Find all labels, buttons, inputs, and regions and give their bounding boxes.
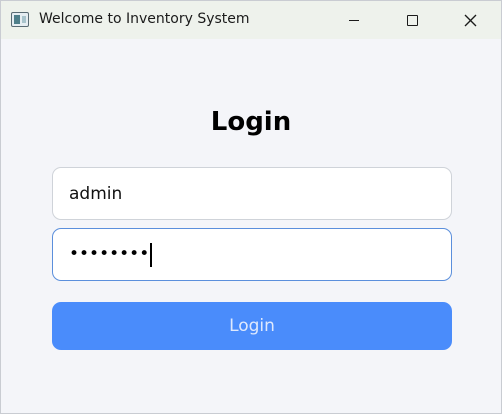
username-field[interactable]: admin bbox=[52, 167, 452, 220]
login-button[interactable]: Login bbox=[52, 302, 452, 350]
app-window-icon bbox=[11, 12, 29, 27]
password-field[interactable]: •••••••• bbox=[52, 228, 452, 281]
maximize-button[interactable] bbox=[389, 1, 435, 39]
password-value: •••••••• bbox=[69, 244, 150, 264]
text-caret bbox=[150, 242, 152, 267]
window-title: Welcome to Inventory System bbox=[39, 11, 250, 27]
close-button[interactable] bbox=[447, 1, 493, 39]
close-icon bbox=[464, 14, 476, 26]
minimize-button[interactable] bbox=[331, 1, 377, 39]
login-button-label: Login bbox=[229, 316, 275, 336]
maximize-icon bbox=[406, 14, 418, 26]
username-value: admin bbox=[69, 183, 123, 204]
login-heading: Login bbox=[210, 107, 292, 137]
login-window: Welcome to Inventory System Login admin … bbox=[0, 0, 502, 414]
title-bar[interactable]: Welcome to Inventory System bbox=[1, 1, 501, 39]
minimize-icon bbox=[349, 19, 359, 21]
